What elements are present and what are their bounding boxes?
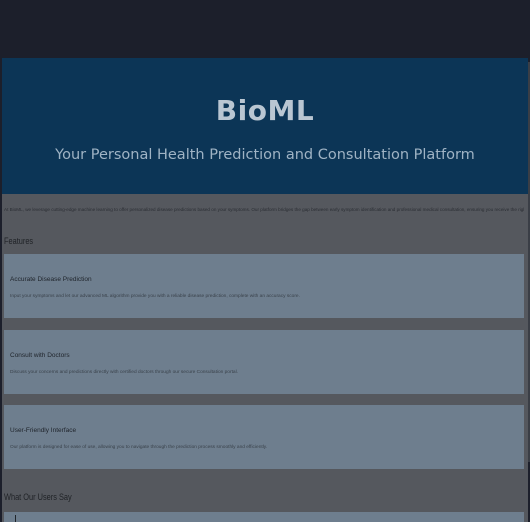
feature-card-consult: Consult with Doctors Discuss your concer… xyxy=(4,330,524,394)
hero-tagline: Your Personal Health Prediction and Cons… xyxy=(55,147,475,163)
page-content: BioML Your Personal Health Prediction an… xyxy=(2,58,528,522)
feature-card-prediction: Accurate Disease Prediction Input your s… xyxy=(4,254,524,318)
feature-card-title: Accurate Disease Prediction xyxy=(10,276,92,283)
browser-top-bar xyxy=(0,0,530,58)
testimonials-heading: What Our Users Say xyxy=(4,492,72,502)
brand-title: BioML xyxy=(215,94,315,127)
feature-card-title: User-Friendly Interface xyxy=(10,427,77,434)
feature-card-description: Discuss your concerns and predictions di… xyxy=(10,370,238,375)
testimonial-card xyxy=(4,512,524,522)
feature-card-title: Consult with Doctors xyxy=(10,352,70,359)
intro-paragraph: At BioML, we leverage cutting-edge machi… xyxy=(4,207,524,212)
hero-banner: BioML Your Personal Health Prediction an… xyxy=(2,58,528,194)
feature-card-description: Input your symptoms and let our advanced… xyxy=(10,294,300,299)
feature-card-interface: User-Friendly Interface Our platform is … xyxy=(4,405,524,469)
features-heading: Features xyxy=(4,236,34,246)
feature-card-description: Our platform is designed for ease of use… xyxy=(10,445,268,450)
testimonial-accent-bar xyxy=(15,515,16,522)
